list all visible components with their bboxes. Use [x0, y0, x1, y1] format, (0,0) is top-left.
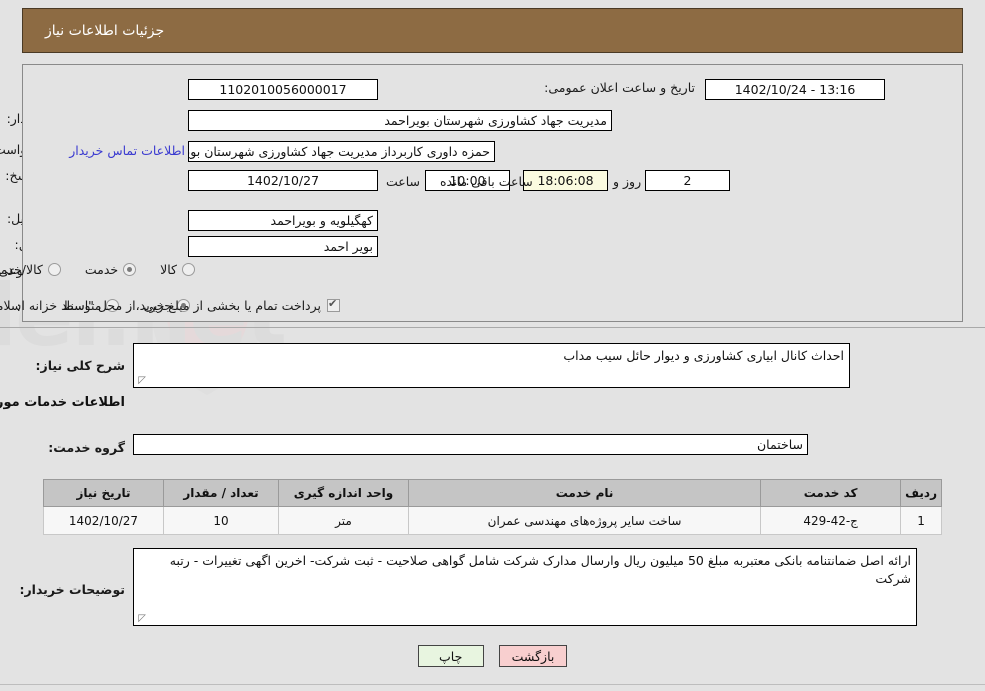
deadline-days-value: 2: [683, 173, 692, 188]
countdown-label: ساعت باقی مانده: [440, 174, 533, 189]
public-announce-label-wrap: تاریخ و ساعت اعلان عمومی:: [544, 80, 695, 95]
section-divider: [0, 327, 985, 328]
radio-khedmat-icon[interactable]: [123, 263, 137, 276]
col-unit: واحد اندازه گیری: [278, 479, 409, 507]
cell-service-name: ساخت سایر پروژه‌های مهندسی عمران: [407, 506, 762, 535]
radio-kala-icon[interactable]: [182, 263, 195, 276]
buyer-notes-value: ارائه اصل ضمانتنامه بانکی معتبربه مبلغ 5…: [169, 553, 911, 586]
print-button[interactable]: چاپ: [417, 645, 484, 667]
col-row-no: ردیف: [900, 479, 942, 507]
deadline-date-field: 1402/10/27: [188, 170, 378, 191]
radio-kala-khedmat-icon[interactable]: [47, 263, 61, 276]
province-field: کهگیلویه و بویراحمد: [188, 210, 378, 231]
cell-service-code: ج-42-429: [760, 506, 902, 535]
resize-grip-icon[interactable]: ◸: [136, 376, 146, 386]
buyer-notes-textarea[interactable]: ارائه اصل ضمانتنامه بانکی معتبربه مبلغ 5…: [133, 548, 917, 626]
cell-unit: متر: [278, 506, 409, 535]
category-option-khedmat[interactable]: خدمت: [84, 262, 137, 277]
category-radio-row: کالا خدمت کالا/خدمت: [0, 262, 195, 277]
treasury-checkbox-label: پرداخت تمام یا بخشی از مبلغ خرید،از محل …: [0, 298, 321, 313]
creator-field: حمزه داوری کاربرداز مدیریت جهاد کشاورزی …: [188, 141, 495, 162]
deadline-date-value: 1402/10/27: [246, 173, 320, 188]
category-option-kala-khedmat-label: کالا/خدمت: [0, 262, 43, 277]
page-title: جزئیات اطلاعات نیاز: [45, 22, 165, 39]
service-group-field: ساختمان: [133, 434, 808, 455]
need-number-field: 1102010056000017: [188, 79, 378, 100]
col-service-code: کد خدمت: [760, 479, 902, 507]
table-header-row: ردیف کد خدمت نام خدمت واحد اندازه گیری ت…: [43, 479, 942, 507]
col-service-name: نام خدمت: [407, 479, 762, 507]
deadline-hour-label: ساعت: [385, 174, 420, 189]
description-textarea[interactable]: احداث کانال ابیاری کشاورزی و دیوار حائل …: [133, 343, 850, 388]
public-announce-field: 13:16 - 1402/10/24: [705, 79, 885, 100]
buyer-notes-label: توضیحات خریدار:: [19, 582, 125, 597]
back-button[interactable]: بازگشت: [498, 645, 568, 667]
category-option-kala-khedmat[interactable]: کالا/خدمت: [0, 262, 61, 277]
countdown-field: 18:06:08: [523, 170, 608, 191]
action-button-bar: بازگشت چاپ: [0, 645, 985, 667]
treasury-checkbox-icon[interactable]: [327, 297, 340, 312]
public-announce-value: 13:16 - 1402/10/24: [734, 82, 856, 97]
category-option-kala[interactable]: کالا: [160, 262, 195, 277]
header-bar: جزئیات اطلاعات نیاز: [22, 8, 963, 53]
countdown-value: 18:06:08: [537, 173, 594, 188]
page-root: AnaTender.net جزئیات اطلاعات نیاز شماره …: [0, 0, 985, 691]
cell-need-date: 1402/10/27: [43, 506, 164, 535]
description-value: احداث کانال ابیاری کشاورزی و دیوار حائل …: [563, 348, 844, 363]
city-field: بویر احمد: [188, 236, 378, 257]
public-announce-label: تاریخ و ساعت اعلان عمومی:: [544, 80, 695, 95]
description-label: شرح کلی نیاز:: [35, 358, 125, 373]
buyer-contact-link[interactable]: اطلاعات تماس خریدار: [69, 143, 185, 158]
deadline-days-label: روز و: [613, 174, 642, 189]
service-group-value: ساختمان: [757, 437, 803, 452]
treasury-checkbox-row[interactable]: پرداخت تمام یا بخشی از مبلغ خرید،از محل …: [0, 297, 340, 313]
cell-row-no: 1: [900, 506, 942, 535]
cell-quantity: 10: [163, 506, 279, 535]
category-option-khedmat-label: خدمت: [84, 262, 119, 277]
col-need-date: تاریخ نیاز: [43, 479, 164, 507]
need-summary-panel: [22, 64, 963, 322]
category-option-kala-label: کالا: [160, 262, 177, 277]
city-value: بویر احمد: [323, 239, 373, 254]
resize-grip-icon-notes[interactable]: ◸: [136, 614, 146, 624]
col-quantity: تعداد / مقدار: [163, 479, 279, 507]
buyer-org-value: مدیریت جهاد کشاورزی شهرستان بویراحمد: [384, 113, 607, 128]
footer-divider: [0, 684, 985, 685]
province-value: کهگیلویه و بویراحمد: [270, 213, 373, 228]
table-row: 1 ج-42-429 ساخت سایر پروژه‌های مهندسی عم…: [43, 506, 942, 535]
buyer-org-field: مدیریت جهاد کشاورزی شهرستان بویراحمد: [188, 110, 612, 131]
creator-value: حمزه داوری کاربرداز مدیریت جهاد کشاورزی …: [188, 144, 490, 159]
deadline-days-field: 2: [645, 170, 730, 191]
services-table: ردیف کد خدمت نام خدمت واحد اندازه گیری ت…: [43, 479, 942, 535]
need-number-value: 1102010056000017: [219, 82, 347, 97]
service-group-label: گروه خدمت:: [48, 440, 125, 455]
services-section-heading: اطلاعات خدمات مورد نیاز: [0, 395, 125, 410]
